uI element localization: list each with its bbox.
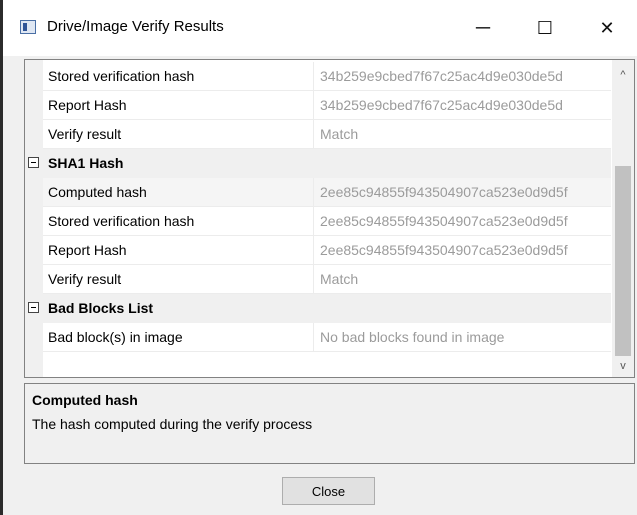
column-divider	[313, 91, 314, 119]
column-divider	[313, 120, 314, 148]
scrollbar-thumb[interactable]	[615, 166, 631, 356]
collapse-toggle-icon[interactable]	[28, 302, 39, 313]
column-divider	[313, 265, 314, 293]
category-label: SHA1 Hash	[48, 155, 124, 171]
property-value: Match	[320, 271, 359, 287]
grid-row[interactable]: Report Hash 34b259e9cbed7f67c25ac4d9e030d…	[43, 91, 611, 120]
title-bar: Drive/Image Verify Results ─ ☐ ✕	[3, 0, 637, 56]
property-name: Report Hash	[48, 97, 127, 113]
minimize-icon[interactable]: ─	[461, 14, 505, 42]
scroll-down-arrow-icon[interactable]: v	[612, 355, 634, 377]
column-divider	[313, 178, 314, 206]
grid-row[interactable]: Report Hash 2ee85c94855f943504907ca523e0d…	[43, 236, 611, 265]
close-icon[interactable]: ✕	[585, 14, 629, 42]
left-window-edge	[0, 0, 3, 515]
property-value: 34b259e9cbed7f67c25ac4d9e030de5d	[320, 97, 563, 113]
category-label: Bad Blocks List	[48, 300, 154, 316]
grid-row[interactable]: Computed hash 2ee85c94855f943504907ca523e…	[43, 178, 611, 207]
help-panel: Computed hash The hash computed during t…	[24, 383, 635, 464]
property-name: Stored verification hash	[48, 213, 195, 229]
close-button[interactable]: Close	[282, 477, 375, 505]
grid-gutter	[25, 60, 43, 377]
help-description: The hash computed during the verify proc…	[32, 416, 313, 432]
grid-row[interactable]: Verify result Match	[43, 265, 611, 294]
app-window-icon	[20, 20, 36, 34]
maximize-icon[interactable]: ☐	[523, 14, 567, 42]
property-name: Bad block(s) in image	[48, 329, 183, 345]
column-divider	[313, 62, 314, 90]
collapse-toggle-icon[interactable]	[28, 157, 39, 168]
property-name: Report Hash	[48, 242, 127, 258]
property-name: Verify result	[48, 271, 122, 287]
property-value: 2ee85c94855f943504907ca523e0d9d5f	[320, 184, 568, 200]
grid-category[interactable]: Bad Blocks List	[25, 294, 611, 323]
property-name: Verify result	[48, 126, 122, 142]
grid-row[interactable]: Stored verification hash 34b259e9cbed7f67…	[43, 62, 611, 91]
window-title: Drive/Image Verify Results	[47, 18, 224, 35]
property-value: No bad blocks found in image	[320, 329, 505, 345]
property-name: Stored verification hash	[48, 68, 195, 84]
scroll-up-arrow-icon[interactable]: ^	[612, 64, 634, 86]
column-divider	[313, 236, 314, 264]
grid-row[interactable]: Stored verification hash 2ee85c94855f9435…	[43, 207, 611, 236]
vertical-scrollbar[interactable]: ^ v	[612, 60, 634, 377]
property-value: 34b259e9cbed7f67c25ac4d9e030de5d	[320, 68, 563, 84]
property-grid[interactable]: Stored verification hash 34b259e9cbed7f67…	[24, 59, 635, 378]
column-divider	[313, 323, 314, 351]
property-value: Match	[320, 126, 359, 142]
property-value: 2ee85c94855f943504907ca523e0d9d5f	[320, 213, 568, 229]
column-divider	[313, 207, 314, 235]
grid-row[interactable]: Bad block(s) in image No bad blocks found…	[43, 323, 611, 352]
property-name: Computed hash	[48, 184, 147, 200]
help-title: Computed hash	[32, 392, 138, 408]
property-value: 2ee85c94855f943504907ca523e0d9d5f	[320, 242, 568, 258]
grid-row[interactable]: Verify result Match	[43, 120, 611, 149]
grid-category[interactable]: SHA1 Hash	[25, 149, 611, 178]
